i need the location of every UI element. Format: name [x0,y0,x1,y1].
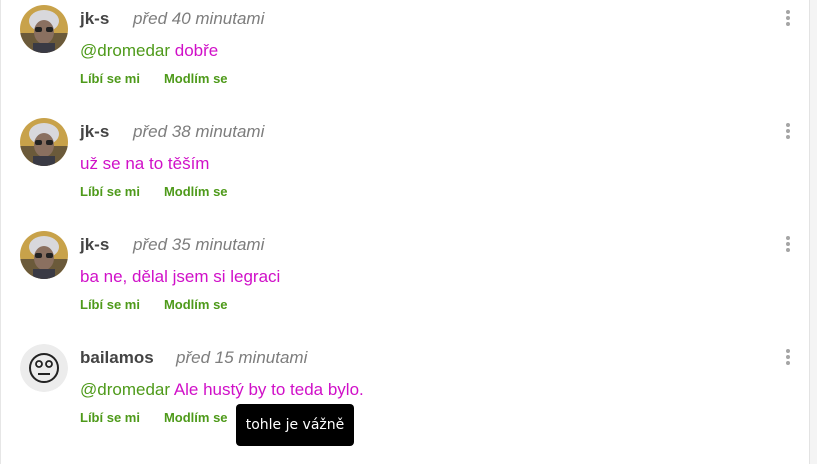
comment-body: dobře [174,41,219,60]
avatar[interactable] [20,118,68,166]
avatar[interactable] [20,5,68,53]
neutral-face-icon [20,344,68,392]
like-button[interactable]: Líbí se mi [80,410,140,425]
comment-time: před 35 minutami [133,235,265,254]
comment-item: jk-s před 35 minutami ba ne, dělal jsem … [1,226,811,339]
comment-author[interactable]: jk-s [80,235,109,255]
more-options-icon[interactable] [783,10,793,28]
comment-actions: Líbí se mi Modlím se [80,71,228,86]
comment-text: @dromedar dobře [80,41,218,61]
comment-body: Ale hustý by to teda bylo. [173,380,364,399]
avatar[interactable] [20,231,68,279]
more-options-icon[interactable] [783,349,793,367]
comment-text: @dromedar Ale hustý by to teda bylo. [80,380,364,400]
comment-text: ba ne, dělal jsem si legraci [80,267,280,287]
comment-time: před 15 minutami [176,348,308,367]
pray-button[interactable]: Modlím se [164,297,228,312]
comment-author[interactable]: jk-s [80,122,109,142]
comment-actions: Líbí se mi Modlím se [80,184,228,199]
comment-time: před 40 minutami [133,9,265,28]
comment-author[interactable]: bailamos [80,348,154,368]
comment-item: bailamos před 15 minutami @dromedar Ale … [1,339,811,452]
comments-panel: jk-s před 40 minutami @dromedar dobře Lí… [0,0,810,464]
mention-link[interactable]: @dromedar [80,380,170,399]
pray-button[interactable]: Modlím se [164,184,228,199]
like-button[interactable]: Líbí se mi [80,184,140,199]
more-options-icon[interactable] [783,123,793,141]
comment-text: už se na to těším [80,154,209,174]
comment-item: jk-s před 38 minutami už se na to těším … [1,113,811,226]
comment-body: ba ne, dělal jsem si legraci [80,267,281,286]
tooltip: tohle je vážně [236,404,354,446]
comment-item: jk-s před 40 minutami @dromedar dobře Lí… [1,0,811,113]
avatar[interactable] [20,344,68,392]
pray-button[interactable]: Modlím se [164,410,228,425]
mention-link[interactable]: @dromedar [80,41,170,60]
scrollbar[interactable] [810,0,817,464]
like-button[interactable]: Líbí se mi [80,297,140,312]
like-button[interactable]: Líbí se mi [80,71,140,86]
comment-body: už se na to těším [80,154,210,173]
more-options-icon[interactable] [783,236,793,254]
comment-actions: Líbí se mi Modlím se [80,297,228,312]
pray-button[interactable]: Modlím se [164,71,228,86]
comment-actions: Líbí se mi Modlím se [80,410,228,425]
comment-time: před 38 minutami [133,122,265,141]
comment-author[interactable]: jk-s [80,9,109,29]
